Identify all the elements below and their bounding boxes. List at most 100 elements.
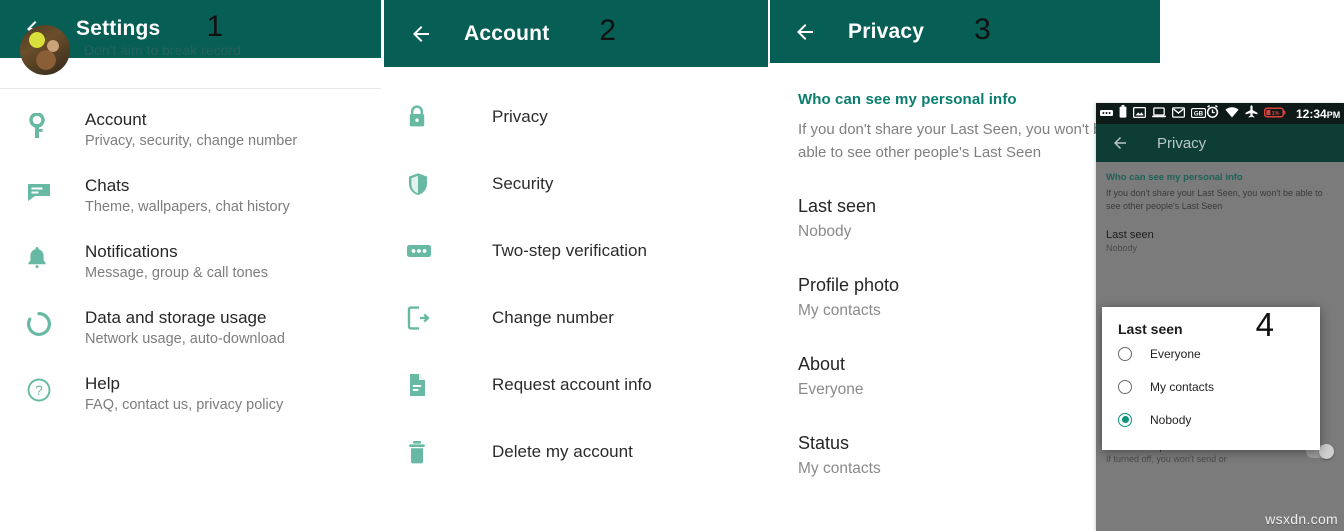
battery-low-icon: 1% bbox=[1263, 105, 1286, 123]
item-description: If turned off, you won't send or bbox=[1106, 454, 1227, 464]
sidebar-item-notifications[interactable]: Notifications Message, group & call tone… bbox=[0, 229, 381, 295]
sidebar-item-account[interactable]: Account Privacy, security, change number bbox=[0, 97, 381, 163]
sidebar-item-chats[interactable]: Chats Theme, wallpapers, chat history bbox=[0, 163, 381, 229]
item-title: Account bbox=[85, 110, 147, 129]
bell-icon bbox=[22, 241, 66, 275]
radio-button-selected-icon[interactable] bbox=[1118, 412, 1132, 427]
privacy-item-last-seen[interactable]: Last seen Nobody bbox=[1106, 229, 1334, 253]
item-subtitle: Theme, wallpapers, chat history bbox=[85, 199, 290, 215]
lock-icon bbox=[406, 102, 452, 132]
settings-list: Account Privacy, security, change number… bbox=[0, 89, 381, 427]
item-label: Privacy bbox=[492, 106, 548, 126]
radio-option-my-contacts[interactable]: My contacts bbox=[1102, 370, 1320, 403]
document-icon bbox=[406, 370, 452, 400]
settings-text: Chats Theme, wallpapers, chat history bbox=[66, 175, 365, 217]
item-value: Nobody bbox=[1106, 243, 1138, 253]
alarm-icon bbox=[1206, 104, 1219, 123]
settings-text: Help FAQ, contact us, privacy policy bbox=[66, 373, 365, 415]
airplane-icon bbox=[1245, 104, 1258, 123]
radio-button-icon[interactable] bbox=[1118, 346, 1132, 361]
more-dots-icon bbox=[1100, 105, 1113, 123]
last-seen-dialog: Last seen 4 Everyone My contacts Nobody bbox=[1102, 307, 1320, 450]
item-label: Request account info bbox=[492, 374, 652, 394]
item-label: Change number bbox=[492, 307, 614, 327]
item-subtitle: FAQ, contact us, privacy policy bbox=[85, 397, 284, 413]
item-title: Chats bbox=[85, 176, 130, 195]
radio-option-nobody[interactable]: Nobody bbox=[1102, 403, 1320, 436]
privacy-appbar: Privacy 3 bbox=[770, 0, 1160, 63]
item-title: Data and storage usage bbox=[85, 308, 267, 327]
shield-icon bbox=[406, 169, 452, 199]
key-icon bbox=[22, 109, 66, 143]
sidebar-item-help[interactable]: ? Help FAQ, contact us, privacy policy bbox=[0, 361, 381, 427]
section-description: If you don't share your Last Seen, you w… bbox=[1106, 188, 1323, 211]
item-subtitle: Message, group & call tones bbox=[85, 265, 268, 281]
radio-option-everyone[interactable]: Everyone bbox=[1102, 337, 1320, 370]
settings-body: Don't aim to break record Account Privac… bbox=[0, 25, 381, 531]
account-appbar: Account 2 bbox=[384, 0, 768, 67]
gmail-icon bbox=[1171, 105, 1186, 123]
item-title: Help bbox=[85, 374, 120, 393]
image-icon bbox=[1132, 105, 1147, 123]
laptop-icon bbox=[1152, 105, 1166, 123]
settings-text: Notifications Message, group & call tone… bbox=[66, 241, 365, 283]
settings-text: Data and storage usage Network usage, au… bbox=[66, 307, 365, 349]
profile-strip[interactable]: Don't aim to break record bbox=[0, 25, 381, 88]
option-label: Everyone bbox=[1150, 346, 1201, 361]
battery-icon bbox=[1119, 104, 1127, 123]
back-arrow-icon[interactable] bbox=[406, 19, 436, 49]
screenshot-stage: Settings 1 Don't aim to break record Acc… bbox=[0, 0, 1344, 531]
radio-button-icon[interactable] bbox=[1118, 379, 1132, 394]
status-bar: GB 1% 12:34PM bbox=[1096, 103, 1344, 124]
svg-text:GB: GB bbox=[1194, 110, 1204, 117]
watermark: wsxdn.com bbox=[1265, 511, 1338, 527]
step-number-4: 4 bbox=[1255, 306, 1274, 343]
toggle-knob bbox=[1319, 444, 1334, 459]
item-label: Security bbox=[492, 173, 554, 193]
account-item-delete-account[interactable]: Delete my account bbox=[384, 418, 768, 485]
phone-appbar: Privacy bbox=[1096, 124, 1344, 162]
step-number-2: 2 bbox=[599, 13, 617, 47]
step-number-3: 3 bbox=[974, 12, 991, 46]
option-label: Nobody bbox=[1150, 412, 1192, 427]
profile-status-text: Don't aim to break record bbox=[84, 42, 241, 58]
svg-text:1%: 1% bbox=[1272, 111, 1280, 117]
data-usage-icon bbox=[22, 307, 66, 341]
two-step-dots-icon bbox=[406, 236, 452, 266]
phone-privacy-list: Who can see my personal info If you don'… bbox=[1096, 162, 1344, 253]
item-label: Delete my account bbox=[492, 441, 633, 461]
account-item-privacy[interactable]: Privacy bbox=[384, 83, 768, 150]
account-body: Privacy Security Two-step verification C… bbox=[384, 67, 768, 531]
status-bar-right-icons: 1% 12:34PM bbox=[1206, 104, 1340, 123]
item-label: Two-step verification bbox=[492, 240, 647, 260]
dialog-title-text: Last seen bbox=[1118, 321, 1183, 337]
account-item-change-number[interactable]: Change number bbox=[384, 284, 768, 351]
trash-icon bbox=[406, 437, 452, 467]
step-number-1: 1 bbox=[206, 10, 224, 43]
account-item-request-info[interactable]: Request account info bbox=[384, 351, 768, 418]
panel-phone-overlay: GB 1% 12:34PM Privacy Who can see my per… bbox=[1096, 103, 1344, 531]
wifi-icon bbox=[1225, 105, 1239, 123]
section-header: Who can see my personal info bbox=[798, 91, 1017, 108]
page-title: Privacy bbox=[848, 19, 925, 43]
page-title: Privacy bbox=[1157, 134, 1207, 152]
account-item-security[interactable]: Security bbox=[384, 150, 768, 217]
account-item-two-step[interactable]: Two-step verification bbox=[384, 217, 768, 284]
section-header: Who can see my personal info bbox=[1106, 172, 1243, 183]
svg-text:?: ? bbox=[35, 383, 43, 398]
account-list: Privacy Security Two-step verification C… bbox=[384, 67, 768, 485]
item-subtitle: Privacy, security, change number bbox=[85, 133, 298, 149]
section-description: If you don't share your Last Seen, you w… bbox=[798, 121, 1110, 161]
panel-settings: Settings 1 Don't aim to break record Acc… bbox=[0, 0, 381, 531]
settings-text: Account Privacy, security, change number bbox=[66, 109, 365, 151]
item-title: Last seen bbox=[1106, 229, 1154, 241]
chat-bubble-icon bbox=[22, 175, 66, 209]
avatar[interactable] bbox=[20, 25, 70, 75]
sidebar-item-data-storage[interactable]: Data and storage usage Network usage, au… bbox=[0, 295, 381, 361]
panel-account: Account 2 Privacy Security Two-step veri… bbox=[384, 0, 768, 531]
change-number-icon bbox=[406, 303, 452, 333]
status-bar-left-icons: GB bbox=[1100, 104, 1207, 123]
phone-content: Who can see my personal info If you don'… bbox=[1096, 162, 1344, 531]
back-arrow-icon[interactable] bbox=[790, 17, 820, 47]
back-arrow-icon[interactable] bbox=[1105, 128, 1135, 158]
